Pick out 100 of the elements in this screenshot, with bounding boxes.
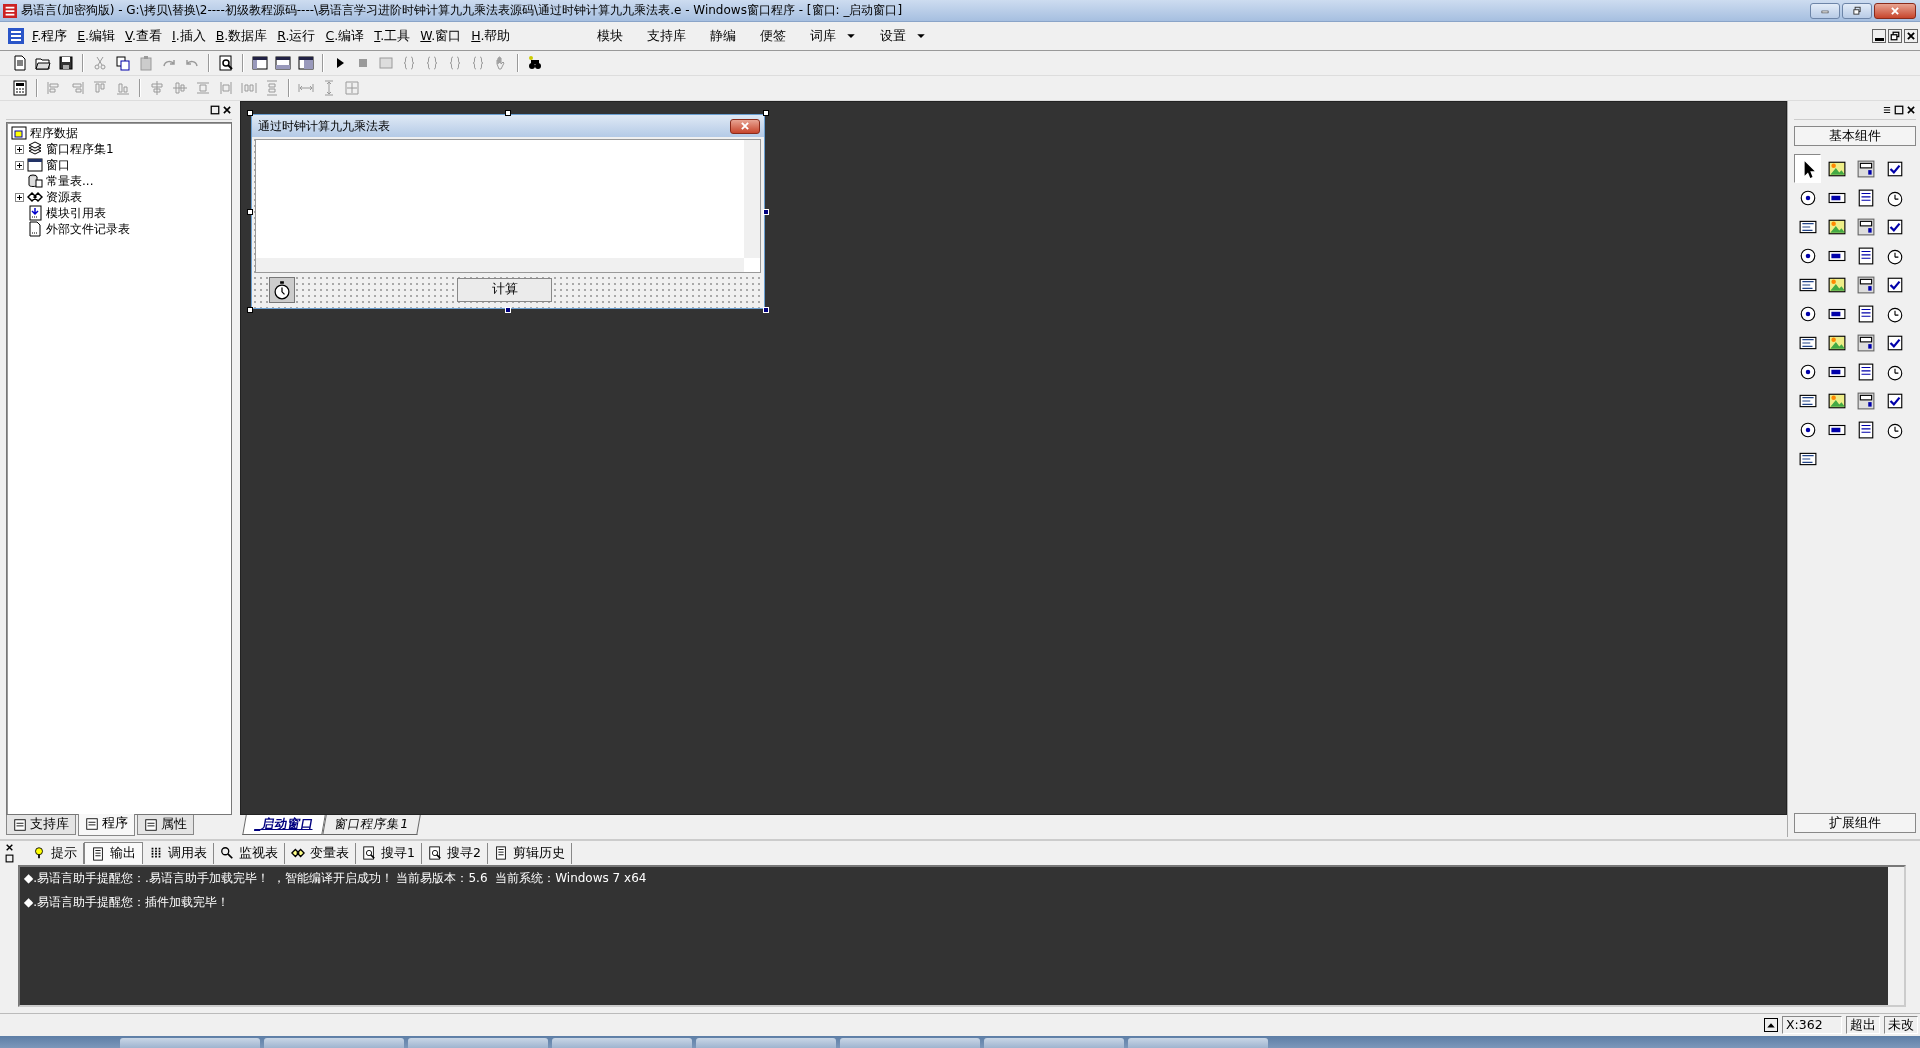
palette-footer-button[interactable]: 扩展组件 <box>1794 813 1916 833</box>
copy-icon[interactable] <box>115 55 131 71</box>
output-tab[interactable]: 剪辑历史 <box>487 842 572 864</box>
tree-item[interactable]: 窗口 <box>46 156 70 174</box>
tree-item[interactable]: 窗口程序集1 <box>46 140 114 158</box>
pointer-tool[interactable] <box>1794 154 1821 183</box>
tree-item[interactable]: 资源表 <box>46 188 82 206</box>
output-tab[interactable]: 搜寻2 <box>421 842 488 864</box>
app-icon <box>3 3 17 18</box>
panel-tab[interactable]: 支持库 <box>6 815 76 835</box>
align-icon <box>115 80 131 96</box>
expand-toggle[interactable] <box>15 192 24 202</box>
component-icon <box>1856 333 1875 352</box>
output-tab[interactable]: 调用表 <box>143 842 214 864</box>
maximize-icon[interactable] <box>210 105 220 115</box>
menu-item[interactable]: H.帮助 <box>466 27 516 45</box>
component-icon <box>1885 333 1904 352</box>
align-icon <box>172 80 188 96</box>
menu-item[interactable]: 词库 <box>798 27 869 45</box>
tree-item[interactable]: 常量表... <box>46 172 94 190</box>
menu-item[interactable]: T.工具 <box>369 27 416 45</box>
menu-item[interactable]: 支持库 <box>635 27 699 45</box>
brace-icon <box>401 55 417 71</box>
menu-item[interactable]: W.窗口 <box>415 27 467 45</box>
resize-handle[interactable] <box>505 110 511 116</box>
align-icon <box>264 80 280 96</box>
up-button[interactable] <box>1764 1018 1778 1032</box>
layout-icon[interactable] <box>298 55 314 71</box>
page-icon <box>85 816 99 831</box>
editor-tab[interactable]: 窗口程序集1 <box>322 815 421 835</box>
menu-item[interactable]: R.运行 <box>272 27 321 45</box>
close-icon <box>1906 31 1916 41</box>
window-icon <box>27 157 43 173</box>
output-tab[interactable]: 输出 <box>84 842 143 864</box>
component-icon <box>1885 391 1904 410</box>
tree-item[interactable]: 模块引用表 <box>46 204 106 222</box>
brace-icon <box>470 55 486 71</box>
menu-item[interactable]: 静编 <box>698 27 749 45</box>
resize-handle[interactable] <box>247 307 253 313</box>
menu-item[interactable]: V.查看 <box>120 27 167 45</box>
minimize-icon <box>1874 37 1884 41</box>
menu-item[interactable]: B.数据库 <box>210 27 273 45</box>
layout-icon[interactable] <box>275 55 291 71</box>
resize-handle[interactable] <box>763 110 769 116</box>
stopwatch-icon <box>272 279 292 300</box>
resize-handle[interactable] <box>247 208 253 215</box>
tree-item[interactable]: 程序数据 <box>11 125 227 141</box>
folder-icon[interactable] <box>35 55 51 71</box>
books-icon <box>13 817 27 832</box>
menu-item[interactable]: E.编辑 <box>72 27 121 45</box>
close-icon[interactable] <box>222 105 232 115</box>
close-icon <box>1889 5 1901 16</box>
properties-icon <box>144 817 158 832</box>
align-icon <box>149 80 165 96</box>
palette-header-button[interactable]: 基本组件 <box>1794 126 1916 146</box>
layout-icon[interactable] <box>252 55 268 71</box>
output-tab[interactable]: 变量表 <box>285 842 356 864</box>
component-icon <box>1798 188 1817 207</box>
component-icon <box>1798 246 1817 265</box>
menu-item[interactable]: 模块 <box>585 27 636 45</box>
form-window[interactable]: 通过时钟计算九九乘法表 计算 <box>251 114 765 309</box>
align-icon <box>69 80 85 96</box>
output-line: ◆.易语言助手提醒您：插件加载完毕！ <box>24 894 231 911</box>
close-icon[interactable] <box>1906 105 1916 115</box>
magnifier-page-icon[interactable] <box>218 55 234 71</box>
program-icon <box>11 125 27 141</box>
restore-button[interactable] <box>1888 29 1902 43</box>
output-tab[interactable]: 监视表 <box>214 842 285 864</box>
close-button[interactable] <box>1904 29 1918 43</box>
page-icon[interactable] <box>12 55 28 71</box>
resize-handle[interactable] <box>247 110 253 116</box>
menu-item[interactable]: 便签 <box>748 27 799 45</box>
menu-item[interactable]: 设置 <box>868 27 939 45</box>
menu-icon[interactable] <box>1882 105 1892 115</box>
component-icon <box>1856 275 1875 294</box>
close-button[interactable] <box>730 118 760 134</box>
tree-item[interactable]: 外部文件记录表 <box>46 220 130 238</box>
component-icon <box>1827 217 1846 236</box>
close-icon[interactable] <box>4 843 14 852</box>
calculator-icon[interactable] <box>12 80 28 96</box>
calculate-button[interactable]: 计算 <box>457 277 552 302</box>
component-icon <box>1798 304 1817 323</box>
binoculars-icon[interactable] <box>527 55 543 71</box>
close-button[interactable] <box>1874 2 1916 19</box>
maximize-icon[interactable] <box>1894 105 1904 115</box>
editor-tab[interactable]: _启动窗口 <box>242 815 326 835</box>
menu-item[interactable]: F.程序 <box>27 27 73 45</box>
panel-tab[interactable]: 属性 <box>137 815 194 835</box>
menu-item[interactable]: C.编译 <box>320 27 370 45</box>
menu-item[interactable]: I.插入 <box>167 27 211 45</box>
panel-tab[interactable]: 程序 <box>78 814 135 836</box>
align-icon <box>92 80 108 96</box>
position-status: X:362 <box>1782 1016 1842 1034</box>
expand-toggle[interactable] <box>15 160 24 170</box>
component-icon <box>1827 159 1846 178</box>
database-icon <box>27 173 43 189</box>
minimize-button[interactable] <box>1872 29 1886 43</box>
expand-toggle[interactable] <box>15 144 24 154</box>
output-tab[interactable]: 搜寻1 <box>356 842 422 864</box>
maximize-icon[interactable] <box>4 854 14 863</box>
